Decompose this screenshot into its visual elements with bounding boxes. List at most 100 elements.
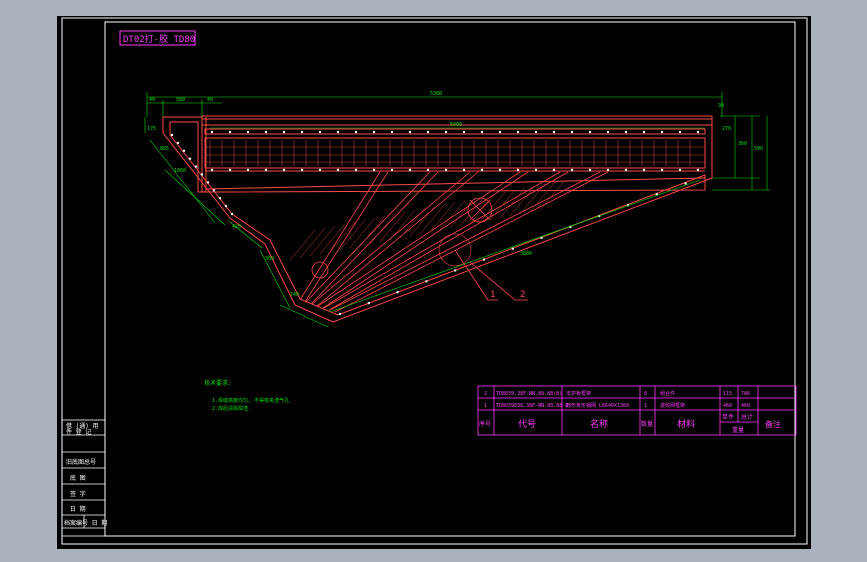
row2-qty: 1	[644, 403, 647, 409]
hatch-stroke	[399, 207, 426, 239]
row2-w2: 460	[741, 403, 750, 409]
row1-w1: 115	[723, 391, 732, 397]
bolt-hole	[552, 130, 556, 134]
hatch-stroke	[439, 199, 466, 231]
tech-notes-title: 技术要求:	[204, 379, 232, 387]
diagonal-bar	[322, 171, 529, 309]
hatch-stroke	[499, 187, 526, 219]
bolt-hole	[516, 130, 520, 134]
hatch-stroke	[319, 223, 346, 255]
bolt-hole	[318, 130, 322, 134]
bolt-hole	[408, 168, 412, 172]
bolt-hole	[482, 258, 486, 261]
bolt-hole	[282, 130, 286, 134]
top-beam-mesh	[205, 140, 705, 166]
dim-right-d: 590	[754, 146, 763, 152]
bolt-hole	[498, 168, 502, 172]
balloon-2: 2	[520, 290, 525, 300]
bolt-hole	[228, 168, 232, 172]
diagonal-members	[299, 171, 609, 313]
bolt-hole	[660, 168, 664, 172]
bolt-hole	[176, 141, 180, 145]
bolt-hole	[367, 301, 370, 305]
diagonal-bar	[329, 171, 601, 311]
header-weight: 重量	[732, 426, 744, 434]
bolt-hole	[264, 130, 268, 134]
dim-left-c: 40	[207, 97, 213, 103]
dim-bottom-a: 300	[265, 256, 274, 262]
hatch-stroke	[429, 201, 456, 233]
header-no: 序号	[479, 420, 491, 428]
bolt-hole	[396, 291, 399, 294]
bolt-hole	[480, 130, 484, 134]
row2-name: 鼓形条形钢网 L6640X1360	[566, 402, 629, 409]
dim-slope-3: 420	[232, 224, 241, 230]
bolt-hole	[570, 168, 574, 172]
bolt-hole	[534, 130, 538, 134]
row2-no: 1	[484, 403, 487, 409]
hatch-stroke	[539, 179, 566, 211]
bolt-hole	[354, 168, 358, 172]
hatch-stroke	[349, 217, 376, 249]
bolt-hole	[300, 168, 304, 172]
bolt-hole	[606, 168, 610, 172]
dim-right-b: 270	[722, 126, 731, 132]
header-code: 代号	[518, 419, 536, 430]
bolt-hole	[678, 168, 682, 172]
bolt-hole	[282, 168, 286, 172]
bolt-hole	[210, 130, 214, 134]
bolt-hole	[511, 247, 514, 250]
hatch-stroke	[409, 205, 436, 237]
bolt-hole	[498, 130, 502, 134]
row2-material: 波纹网框架	[660, 402, 685, 409]
bolt-hole	[170, 133, 174, 137]
row2-w1: 460	[723, 403, 732, 409]
bolt-hole	[230, 212, 234, 216]
row1-qty: 8	[644, 391, 647, 397]
bolt-hole	[300, 130, 304, 134]
bolt-hole	[678, 130, 682, 134]
bolt-hole	[660, 130, 664, 134]
bolt-hole	[206, 181, 210, 184]
bolt-hole	[372, 130, 376, 134]
bolt-hole	[696, 130, 700, 134]
stamp-row-5: 签 字	[70, 490, 86, 498]
dim-left-a: 40	[149, 97, 155, 103]
header-qty: 数量	[641, 420, 653, 428]
bolt-hole	[212, 189, 216, 192]
bolt-hole	[425, 280, 428, 283]
bolt-hole	[210, 168, 214, 172]
drawing-sheet: DT02打-胶 TD80 借 (通) 用 件 登 记 旧底图总号 底 图 签 字…	[57, 16, 811, 549]
bolt-hole	[624, 168, 628, 172]
dim-left-h: 175	[147, 126, 156, 132]
stamp-row-4: 底 图	[70, 474, 86, 482]
row1-w2: 786	[741, 391, 750, 397]
dim-inner: 5000	[450, 122, 462, 128]
bolt-hole	[188, 157, 192, 160]
bolt-hole	[696, 168, 700, 172]
row1-code: TD8039.38F-NN.88.88(8)	[496, 391, 562, 397]
row1-no: 2	[484, 391, 487, 397]
bolt-hole	[246, 130, 250, 134]
bolt-hole	[454, 269, 457, 272]
bolt-hole	[218, 197, 222, 200]
bolt-hole	[570, 130, 574, 134]
dim-right-a: 30	[718, 103, 724, 109]
bolt-hole	[588, 168, 592, 172]
header-single: 单件	[722, 413, 734, 421]
bolt-hole	[390, 130, 394, 134]
bolt-hole	[318, 168, 322, 172]
bolt-hole	[182, 149, 186, 152]
dim-slope-2: 1060	[174, 168, 186, 174]
bolt-hole	[372, 168, 376, 172]
diagonal-bar	[334, 171, 609, 313]
bolt-hole	[224, 204, 228, 208]
header-name: 名称	[590, 418, 608, 430]
bolt-hole	[426, 168, 430, 172]
stamp-row-6: 日 期	[70, 505, 86, 513]
bolt-hole	[200, 173, 204, 176]
stamp-row-2: 件 登 记	[66, 428, 91, 436]
bolt-hole	[588, 130, 592, 134]
diagonal-bar	[323, 171, 561, 309]
bolt-hole	[390, 168, 394, 172]
